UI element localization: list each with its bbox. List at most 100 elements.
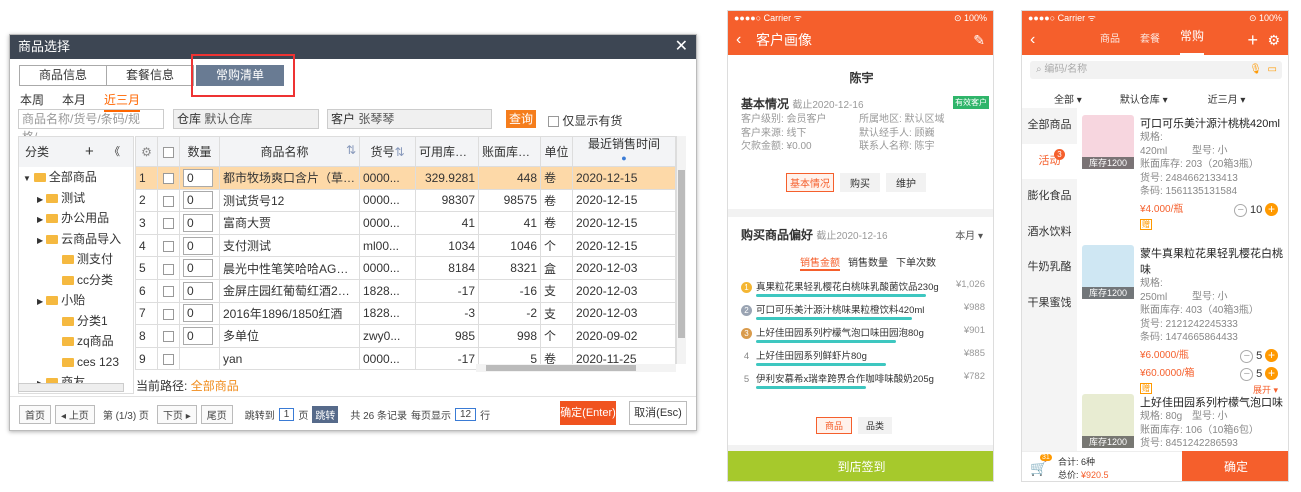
table-row[interactable]: 6 0 金屏庄园红葡萄红酒2018 1828... -17 -16 支 2020-12-03 [135, 278, 676, 303]
table-hscrollbar[interactable] [476, 364, 676, 372]
tree-item[interactable]: zq商品 [19, 331, 133, 352]
plus-icon[interactable]: + [1265, 366, 1278, 380]
product-image[interactable]: 库存1200 [1082, 245, 1134, 299]
close-icon[interactable]: ✕ [675, 35, 688, 59]
row-checkbox[interactable] [157, 166, 180, 190]
row-checkbox[interactable] [157, 301, 180, 326]
edit-icon[interactable]: ✎ [973, 25, 985, 55]
row-checkbox[interactable] [157, 346, 180, 371]
qty-input[interactable]: 0 [183, 326, 213, 345]
qty-cell[interactable]: 0 [179, 256, 220, 280]
qty-cell[interactable]: 0 [179, 301, 220, 326]
help-icon[interactable]: ● [621, 153, 626, 163]
tree-item[interactable]: ▶ 测试 [19, 188, 133, 209]
add-icon[interactable]: + [1247, 25, 1258, 55]
tab-package[interactable]: 套餐 [1140, 25, 1160, 55]
row-checkbox[interactable] [157, 233, 180, 258]
row-checkbox[interactable] [157, 324, 180, 348]
only-in-stock-checkbox[interactable]: 仅显示有货 [548, 112, 622, 129]
tab-product-info[interactable]: 商品信息 [19, 65, 107, 86]
minus-icon[interactable]: − [1240, 349, 1254, 363]
qty-cell[interactable]: 0 [179, 166, 220, 190]
search-input[interactable]: ⌕ 编码/名称 🎙 ▭ [1030, 61, 1282, 79]
category-item[interactable]: 牛奶乳酪 [1022, 250, 1077, 286]
checkin-button[interactable]: 到店签到 [728, 451, 993, 481]
category-item[interactable]: 膨化食品 [1022, 179, 1077, 215]
table-row[interactable]: 3 0 富商大贾 0000... 41 41 卷 2020-12-15 [135, 211, 676, 235]
cancel-button[interactable]: 取消(Esc) [629, 401, 687, 425]
plus-icon[interactable]: + [1265, 348, 1278, 362]
preference-item[interactable]: 5 伊利安慕希x瑞幸跨界合作咖啡味酸奶205g ¥782 [741, 371, 985, 393]
preference-item[interactable]: 1 真果粒花果轻乳樱花白桃味乳酸菌饮品230g ¥1,026 [741, 279, 985, 301]
tree-item[interactable]: ▼ 全部商品 [19, 167, 133, 188]
collapse-icon[interactable]: 《 [109, 137, 120, 167]
tree-item[interactable]: ▶ 小贻 [19, 290, 133, 311]
qty-cell[interactable] [179, 346, 220, 371]
tree-item[interactable]: ▶ 办公用品 [19, 208, 133, 229]
filter-all[interactable]: 全部 ▾ [1054, 91, 1082, 106]
tab-sales-qty[interactable]: 销售数量 [848, 254, 888, 271]
path-value[interactable]: 全部商品 [191, 379, 239, 393]
product-image[interactable]: 库存1200 [1082, 115, 1134, 169]
tab-sales-amount[interactable]: 销售金额 [800, 254, 840, 271]
qty-input[interactable]: 0 [183, 213, 213, 232]
action-purchase[interactable]: 购买 [840, 173, 880, 192]
qty-input[interactable]: 0 [183, 191, 213, 210]
action-maintain[interactable]: 维护 [886, 173, 926, 192]
tab-order-count[interactable]: 下单次数 [896, 254, 936, 271]
back-icon[interactable]: ‹ [736, 25, 741, 55]
qty-input[interactable]: 0 [183, 259, 213, 278]
qty-cell[interactable]: 0 [179, 278, 220, 303]
col-code[interactable]: 货号⇅ [359, 136, 416, 167]
tree-item[interactable]: 测支付 [19, 249, 133, 270]
filter-period[interactable]: 近三月 ▾ [1208, 91, 1246, 106]
minus-icon[interactable]: − [1240, 367, 1254, 381]
add-category-icon[interactable]: + [85, 137, 94, 167]
search-input[interactable]: 商品名称/货号/条码/规格/... [18, 109, 164, 144]
col-name[interactable]: 商品名称 ⇅ [219, 136, 360, 167]
per-page-input[interactable]: 12 [455, 408, 477, 421]
product-card[interactable]: 库存1200 上好佳田园系列柠檬气泡口味 规格: 80g 型号: 小账面库存: 106… [1082, 394, 1288, 451]
jump-button[interactable]: 跳转 [312, 406, 339, 423]
confirm-button[interactable]: 确定 [1182, 451, 1288, 481]
product-image[interactable]: 库存1200 [1082, 394, 1134, 448]
row-checkbox[interactable] [157, 256, 180, 280]
row-checkbox[interactable] [157, 188, 180, 213]
settings-icon[interactable]: ⚙ [1267, 25, 1280, 55]
tab-goods[interactable]: 商品 [1100, 25, 1120, 55]
table-row[interactable]: 4 0 支付测试 ml00... 1034 1046 个 2020-12-15 [135, 233, 676, 258]
plus-icon[interactable]: + [1265, 202, 1278, 216]
table-row[interactable]: 2 0 测试货号12 0000... 98307 98575 卷 2020-12-15 [135, 188, 676, 213]
action-basic-info[interactable]: 基本情况 [786, 173, 834, 192]
query-button[interactable]: 查询 [506, 110, 536, 128]
last-page-button[interactable]: 尾页 [200, 405, 233, 424]
back-icon[interactable]: ‹ [1030, 25, 1035, 55]
qty-cell[interactable]: 0 [179, 233, 220, 258]
row-checkbox[interactable] [157, 278, 180, 303]
table-row[interactable]: 1 0 都市牧场爽口含片（草莓... 0000... 329.9281 448 卷 2020-… [135, 166, 676, 190]
qty-input[interactable]: 0 [183, 281, 213, 300]
table-vscrollbar[interactable] [676, 136, 686, 364]
first-page-button[interactable]: 首页 [19, 405, 51, 424]
prev-page-button[interactable]: ◂ 上页 [55, 405, 95, 424]
qty-cell[interactable]: 0 [179, 188, 220, 213]
col-available[interactable]: 可用库存 ⇅ [415, 136, 479, 167]
tab-package-info[interactable]: 套餐信息 [106, 65, 194, 86]
select-all-checkbox[interactable] [157, 136, 180, 167]
category-item[interactable]: 活动 3 [1022, 143, 1077, 179]
tree-item[interactable]: ▶ 云商品导入 [19, 229, 133, 250]
category-item[interactable]: 酒水饮料 [1022, 215, 1077, 251]
tree-scrollbar[interactable] [18, 383, 124, 392]
table-row[interactable]: 7 0 2016年1896/1850红酒 1828... -3 -2 支 2020-12-03 [135, 301, 676, 326]
tab-category[interactable]: 品类 [858, 417, 893, 434]
confirm-button[interactable]: 确定(Enter) [560, 401, 616, 425]
warehouse-field[interactable]: 仓库 默认仓库 [173, 109, 319, 129]
row-checkbox[interactable] [157, 211, 180, 235]
qty-cell[interactable]: 0 [179, 211, 220, 235]
product-card[interactable]: 库存1200 可口可乐美汁源汁桃桃420ml 规格: 420ml 型号: 小账面库存:… [1082, 115, 1288, 233]
tab-product[interactable]: 商品 [816, 417, 853, 434]
customer-field[interactable]: 客户 张琴琴 [327, 109, 492, 129]
category-item[interactable]: 干果蜜饯 [1022, 286, 1077, 322]
next-page-button[interactable]: 下页 ▸ [156, 405, 197, 424]
table-row[interactable]: 5 0 晨光中性笔笑哈哈AGP61... 0000... 8184 8321 盒 2020-1… [135, 256, 676, 280]
